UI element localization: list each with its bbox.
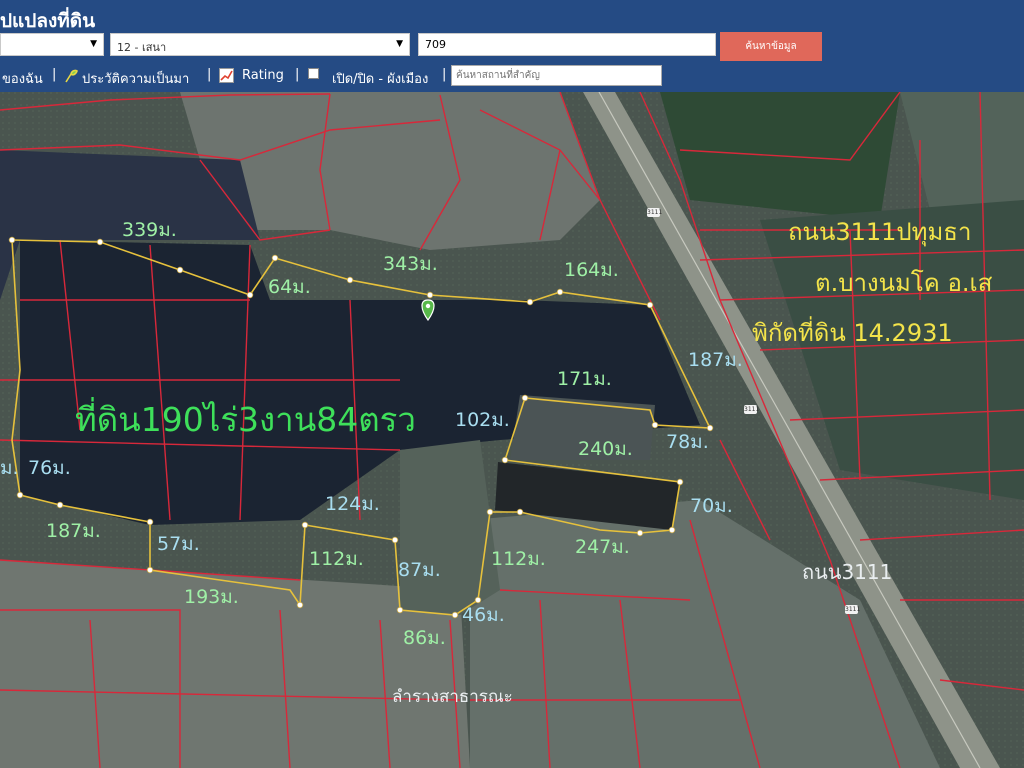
road-shield-icon: 3111 xyxy=(744,405,760,414)
district-select-value: 12 - เสนา xyxy=(117,41,167,54)
checkbox-icon[interactable] xyxy=(308,68,319,83)
road-shield-icon: 3111 xyxy=(647,208,663,217)
my-land-link[interactable]: ของฉัน xyxy=(2,68,43,89)
search-button[interactable]: ค้นหาข้อมูล xyxy=(720,32,822,61)
distance-label: 343ม. xyxy=(383,253,438,275)
header-bar: ปแปลงที่ดิน ▼ 12 - เสนา ▼ ค้นหาข้อมูล ขอ… xyxy=(0,0,1024,92)
province-select[interactable]: ▼ xyxy=(0,33,104,56)
distance-label: 193ม. xyxy=(184,586,239,608)
distance-label: 112ม. xyxy=(309,548,364,570)
distance-label: 57ม. xyxy=(157,533,200,555)
distance-label: 164ม. xyxy=(564,259,619,281)
distance-label: 102ม. xyxy=(455,409,510,431)
place-search-input[interactable] xyxy=(451,65,662,86)
toolbar-separator: | xyxy=(442,67,447,82)
canal-name-label: ลำรางสาธารณะ xyxy=(392,687,513,707)
distance-label: 46ม. xyxy=(462,604,505,626)
history-link[interactable]: ประวัติความเป็นมา xyxy=(82,68,189,89)
rating-chart-icon xyxy=(219,68,234,87)
location-info-label: ต.บางนมโค อ.เส xyxy=(815,269,993,297)
distance-label: 70ม. xyxy=(690,495,733,517)
distance-label: 187ม. xyxy=(46,520,101,542)
distance-label: 76ม. xyxy=(28,457,71,479)
history-leaf-icon xyxy=(63,68,79,88)
city-plan-toggle[interactable]: เปิด/ปิด - ผังเมือง xyxy=(332,68,428,89)
distance-label: ม. xyxy=(0,457,19,479)
distance-label: 187ม. xyxy=(688,349,743,371)
distance-label: 64ม. xyxy=(268,276,311,298)
distance-label: 112ม. xyxy=(491,548,546,570)
chevron-down-icon: ▼ xyxy=(396,39,403,49)
map-view[interactable]: 3111 3111 3111 339ม. 343ม. 64ม. 164ม. 18… xyxy=(0,92,1024,768)
distance-label: 86ม. xyxy=(403,627,446,649)
parcel-number-input[interactable] xyxy=(418,33,716,56)
rating-link[interactable]: Rating xyxy=(242,68,284,83)
distance-label: 339ม. xyxy=(122,219,177,241)
page-title: ปแปลงที่ดิน xyxy=(0,10,96,32)
toolbar-separator: | xyxy=(295,67,300,82)
distance-label: 124ม. xyxy=(325,493,380,515)
toolbar-separator: | xyxy=(207,67,212,82)
road-info-label: ถนน3111ปทุมธา xyxy=(788,218,972,246)
plot-area-label: ที่ดิน190ไร่3งาน84ตรว xyxy=(75,400,416,439)
district-select[interactable]: 12 - เสนา ▼ xyxy=(110,33,410,56)
coordinate-label: พิกัดที่ดิน 14.2931 xyxy=(752,319,953,347)
road-shield-icon: 3111 xyxy=(845,605,861,614)
chevron-down-icon: ▼ xyxy=(90,39,97,49)
toolbar-separator: | xyxy=(52,67,57,82)
distance-label: 78ม. xyxy=(666,431,709,453)
distance-label: 240ม. xyxy=(578,438,633,460)
distance-label: 247ม. xyxy=(575,536,630,558)
distance-label: 87ม. xyxy=(398,559,441,581)
road-name-label: ถนน3111 xyxy=(802,560,893,584)
distance-label: 171ม. xyxy=(557,368,612,390)
